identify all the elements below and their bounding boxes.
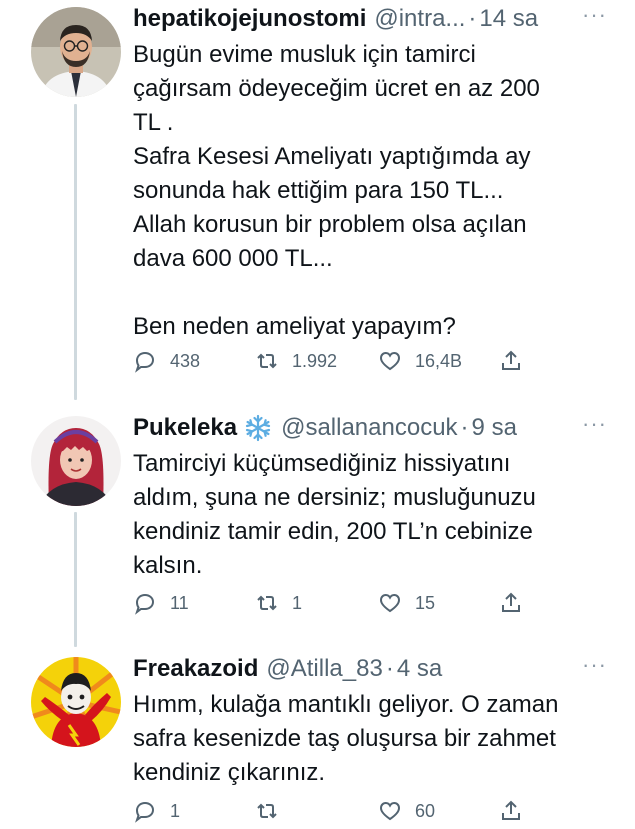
reply-icon [135, 801, 155, 823]
tweet-header: hepatikojejunostomi @intra... · 14 sa ··… [133, 2, 607, 34]
reply-icon [135, 351, 155, 373]
avatar[interactable] [31, 657, 121, 747]
tweet-text: Tamirciyi küçümsediğiniz hissiyatını ald… [133, 450, 536, 579]
share-button[interactable] [499, 799, 523, 823]
like-button[interactable]: 16,4B [378, 349, 462, 373]
tweet-header: Freakazoid @Atilla_83 · 4 sa ··· [133, 652, 607, 684]
avatar[interactable] [31, 416, 121, 506]
user-handle[interactable]: @Atilla_83 [266, 655, 382, 683]
thread-line [74, 104, 77, 400]
share-icon [502, 592, 520, 612]
like-count: 15 [415, 592, 436, 613]
reply-icon [135, 593, 155, 615]
retweet-button[interactable] [255, 799, 279, 823]
share-button[interactable] [499, 591, 523, 615]
share-button[interactable] [499, 349, 523, 373]
heart-icon [379, 801, 401, 821]
like-count: 16,4B [415, 350, 463, 371]
more-options-icon[interactable]: ··· [582, 2, 607, 28]
reply-button[interactable]: 438 [133, 349, 200, 373]
user-handle[interactable]: @intra... [374, 5, 465, 33]
tweet-actions: 11 1 15 [133, 591, 533, 621]
retweet-icon [257, 353, 277, 369]
retweet-icon [257, 803, 277, 819]
more-options-icon[interactable]: ··· [582, 411, 607, 437]
separator-dot: · [385, 655, 394, 682]
share-icon [502, 800, 520, 820]
tweet-header: Pukeleka @sallanancocuk · 9 sa ··· [133, 411, 607, 443]
avatar[interactable] [31, 7, 121, 97]
retweet-button[interactable]: 1.992 [255, 349, 337, 373]
like-button[interactable]: 15 [378, 591, 435, 615]
reply-button[interactable]: 1 [133, 799, 180, 823]
retweet-icon [257, 595, 277, 611]
display-name[interactable]: Freakazoid [133, 655, 258, 683]
display-name[interactable]: hepatikojejunostomi [133, 5, 366, 33]
more-options-icon[interactable]: ··· [582, 652, 607, 678]
tweet-text: Hımm, kulağa mantıklı geliyor. O zaman s… [133, 691, 559, 786]
separator-dot: · [460, 414, 469, 441]
share-icon [502, 350, 520, 370]
heart-icon [379, 351, 401, 371]
thread-line [74, 512, 77, 647]
tweet-actions: 438 1.992 16,4B [133, 349, 533, 379]
timestamp[interactable]: 4 sa [397, 655, 442, 683]
like-count: 60 [415, 800, 436, 821]
like-button[interactable]: 60 [378, 799, 435, 823]
retweet-button[interactable]: 1 [255, 591, 302, 615]
tweet-actions: 1 60 [133, 799, 533, 829]
reply-count: 438 [170, 350, 201, 371]
separator-dot: · [468, 5, 477, 32]
reply-button[interactable]: 11 [133, 591, 189, 615]
retweet-count: 1.992 [292, 350, 338, 371]
snowflake-icon [243, 413, 273, 443]
display-name[interactable]: Pukeleka [133, 414, 237, 442]
user-handle[interactable]: @sallanancocuk [281, 414, 457, 442]
timestamp[interactable]: 14 sa [479, 5, 538, 33]
reply-count: 1 [170, 800, 181, 821]
retweet-count: 1 [292, 592, 303, 613]
tweet-text: Bugün evime musluk için tamirci çağırsam… [133, 41, 540, 340]
heart-icon [379, 593, 401, 613]
reply-count: 11 [170, 592, 189, 613]
timestamp[interactable]: 9 sa [472, 414, 517, 442]
